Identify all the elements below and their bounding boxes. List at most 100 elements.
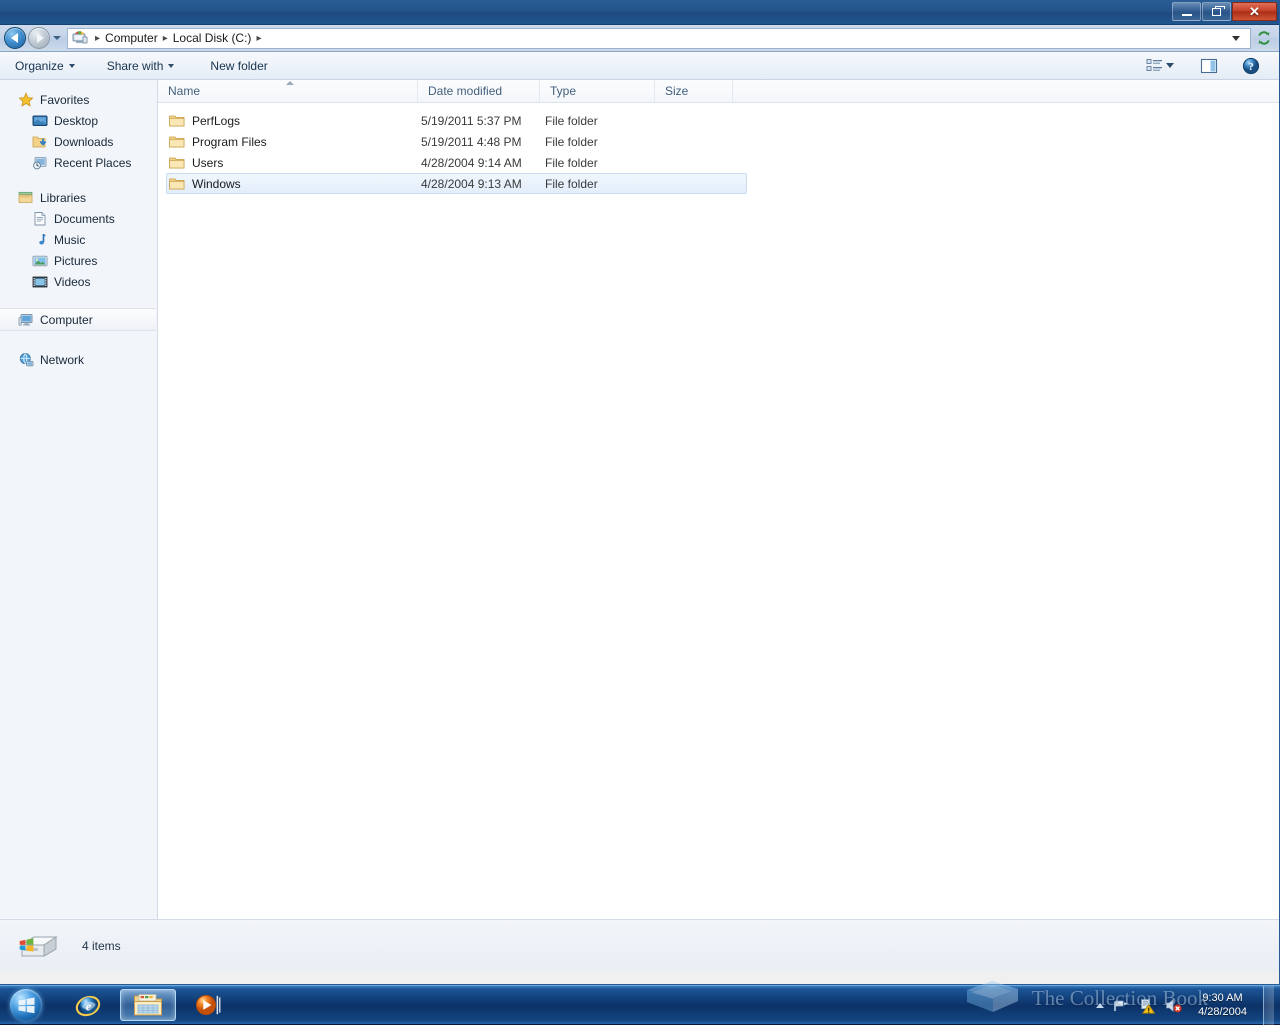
show-desktop-button[interactable] — [1263, 986, 1274, 1025]
breadcrumb-separator: ▸ — [251, 33, 266, 44]
sidebar-label: Libraries — [40, 191, 86, 205]
change-view-button[interactable] — [1141, 55, 1179, 76]
cell-date-modified: 4/28/2004 9:13 AM — [421, 177, 545, 191]
taskbar-internet-explorer[interactable]: e — [60, 989, 116, 1021]
share-with-button[interactable]: Share with — [98, 55, 184, 77]
nav-group-computer: Computer — [0, 308, 157, 331]
taskbar-windows-media-player[interactable] — [180, 989, 236, 1021]
preview-pane-icon — [1200, 58, 1218, 74]
close-icon: ✕ — [1249, 5, 1260, 18]
sidebar-item-computer[interactable]: Computer — [0, 308, 156, 331]
windows-logo-icon — [10, 989, 42, 1021]
sidebar-item-documents[interactable]: Documents — [0, 208, 157, 229]
cell-name: Windows — [169, 177, 421, 191]
maximize-restore-button[interactable] — [1202, 2, 1231, 21]
toolbar-right-group: ? — [1141, 54, 1273, 78]
preview-pane-button[interactable] — [1195, 55, 1223, 77]
sidebar-item-desktop[interactable]: Desktop — [0, 110, 157, 131]
recent-places-icon — [32, 155, 48, 171]
column-header-size[interactable]: Size — [655, 80, 733, 102]
clock-time: 9:30 AM — [1198, 991, 1247, 1005]
back-button[interactable] — [4, 27, 26, 49]
address-bar: ▸ Computer ▸ Local Disk (C:) ▸ — [0, 25, 1279, 52]
breadcrumb-item-computer[interactable]: Computer — [105, 31, 158, 45]
chevron-down-icon — [168, 64, 174, 68]
organize-button[interactable]: Organize — [6, 55, 84, 77]
cell-type: File folder — [545, 114, 660, 128]
volume-muted-icon[interactable] — [1165, 997, 1182, 1014]
status-bar: 4 items — [0, 919, 1279, 971]
cell-date-modified: 5/19/2011 5:37 PM — [421, 114, 545, 128]
organize-label: Organize — [15, 59, 64, 73]
file-list-pane: Name Date modified Type Size — [158, 80, 1279, 919]
sidebar-item-music[interactable]: Music — [0, 229, 157, 250]
show-hidden-icons-button[interactable] — [1096, 1003, 1104, 1008]
column-header-type[interactable]: Type — [540, 80, 655, 102]
start-button[interactable] — [4, 988, 48, 1022]
nav-group-network: Network — [0, 349, 157, 370]
desktop-background: ✕ — [0, 0, 1280, 1024]
sidebar-item-downloads[interactable]: Downloads — [0, 131, 157, 152]
sidebar-label: Videos — [54, 275, 90, 289]
refresh-icon — [1256, 30, 1272, 46]
sidebar-item-videos[interactable]: Videos — [0, 271, 157, 292]
table-row[interactable]: Windows 4/28/2004 9:13 AM File folder — [166, 173, 747, 194]
breadcrumb-separator: ▸ — [158, 33, 173, 44]
column-label: Name — [168, 84, 200, 98]
restore-icon — [1212, 8, 1221, 16]
breadcrumb[interactable]: ▸ Computer ▸ Local Disk (C:) ▸ — [67, 28, 1251, 49]
local-disk-icon — [14, 929, 60, 963]
media-player-icon — [194, 992, 222, 1018]
window-controls: ✕ — [1172, 2, 1277, 21]
chevron-down-icon[interactable] — [1232, 36, 1240, 41]
action-center-warning-icon[interactable] — [1139, 997, 1156, 1014]
command-toolbar: Organize Share with New folder — [0, 52, 1279, 80]
computer-icon — [18, 312, 34, 328]
history-dropdown-icon[interactable] — [53, 36, 61, 40]
sidebar-item-libraries[interactable]: Libraries — [0, 187, 157, 208]
column-header-name[interactable]: Name — [158, 80, 418, 102]
music-note-icon — [32, 232, 48, 248]
minimize-icon — [1182, 14, 1192, 16]
status-item-count: 4 items — [82, 939, 121, 953]
network-icon[interactable] — [1113, 997, 1130, 1014]
breadcrumb-separator: ▸ — [90, 33, 105, 44]
sidebar-label: Recent Places — [54, 156, 131, 170]
minimize-button[interactable] — [1172, 2, 1201, 21]
taskbar: e — [0, 985, 1280, 1024]
new-folder-label: New folder — [210, 59, 267, 73]
table-row[interactable]: Program Files 5/19/2011 4:48 PM File fol… — [166, 131, 747, 152]
sidebar-item-favorites[interactable]: Favorites — [0, 89, 157, 110]
sidebar-label: Desktop — [54, 114, 98, 128]
svg-text:?: ? — [1248, 61, 1254, 73]
system-tray: 9:30 AM 4/28/2004 — [1096, 986, 1280, 1025]
sidebar-label: Pictures — [54, 254, 97, 268]
folder-icon — [169, 135, 185, 148]
help-button[interactable]: ? — [1237, 54, 1265, 78]
clock[interactable]: 9:30 AM 4/28/2004 — [1191, 991, 1254, 1019]
sidebar-item-pictures[interactable]: Pictures — [0, 250, 157, 271]
sidebar-item-recent-places[interactable]: Recent Places — [0, 152, 157, 173]
sidebar-item-network[interactable]: Network — [0, 349, 157, 370]
column-header-date-modified[interactable]: Date modified — [418, 80, 540, 102]
picture-icon — [32, 253, 48, 269]
sidebar-label: Favorites — [40, 93, 89, 107]
table-row[interactable]: PerfLogs 5/19/2011 5:37 PM File folder — [166, 110, 747, 131]
nav-group-favorites: Favorites Desktop — [0, 89, 157, 173]
refresh-button[interactable] — [1251, 28, 1275, 49]
close-button[interactable]: ✕ — [1232, 2, 1277, 21]
cell-type: File folder — [545, 177, 660, 191]
breadcrumb-item-local-disk[interactable]: Local Disk (C:) — [173, 31, 252, 45]
chevron-down-icon[interactable] — [1166, 63, 1174, 68]
file-name: Windows — [192, 177, 241, 191]
folder-icon — [169, 114, 185, 127]
forward-button[interactable] — [28, 27, 50, 49]
taskbar-windows-explorer[interactable] — [120, 989, 176, 1021]
view-list-icon — [1146, 58, 1163, 73]
table-row[interactable]: Users 4/28/2004 9:14 AM File folder — [166, 152, 747, 173]
new-folder-button[interactable]: New folder — [201, 55, 276, 77]
cell-name: Program Files — [169, 135, 421, 149]
sidebar-label: Downloads — [54, 135, 113, 149]
libraries-icon — [18, 190, 34, 206]
column-label: Type — [550, 84, 576, 98]
